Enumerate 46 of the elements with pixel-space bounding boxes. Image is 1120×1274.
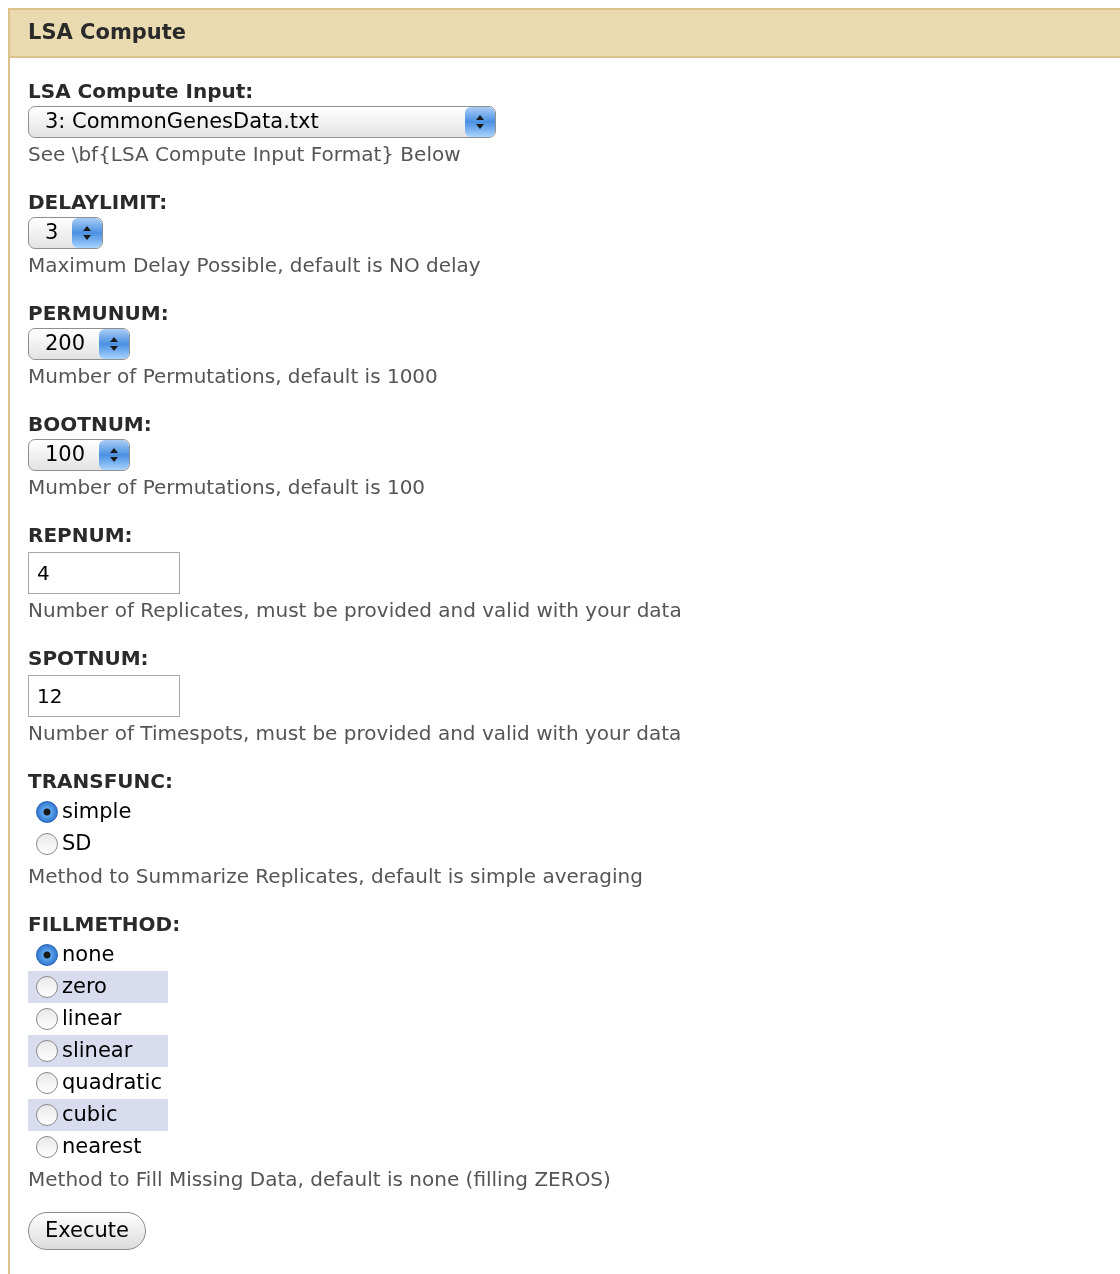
select-field[interactable]: 100 bbox=[28, 439, 131, 471]
radio-option[interactable]: slinear bbox=[28, 1035, 168, 1067]
help-text: Mumber of Permutations, default is 1000 bbox=[28, 363, 439, 390]
field-label: DELAYLIMIT: bbox=[28, 189, 169, 216]
radio-option[interactable]: simple bbox=[28, 796, 168, 828]
radio-button[interactable] bbox=[36, 976, 58, 998]
radio-button[interactable] bbox=[36, 1008, 58, 1030]
stepper-icon bbox=[72, 218, 103, 248]
help-text: Number of Replicates, must be provided and valid with your data bbox=[28, 597, 683, 624]
radio-option[interactable]: none bbox=[28, 939, 168, 971]
execute-button[interactable]: Execute bbox=[28, 1212, 146, 1250]
select-field[interactable]: 200 bbox=[28, 328, 131, 360]
field-label: SPOTNUM: bbox=[28, 645, 150, 672]
radio-button[interactable] bbox=[36, 1136, 58, 1158]
panel-title: LSA Compute bbox=[28, 19, 187, 47]
radio-button[interactable] bbox=[36, 1104, 58, 1126]
radio-button[interactable] bbox=[36, 833, 58, 855]
help-text: Mumber of Permutations, default is 100 bbox=[28, 474, 427, 501]
radio-option[interactable]: zero bbox=[28, 971, 168, 1003]
radio-button[interactable] bbox=[36, 801, 58, 823]
radio-option[interactable]: linear bbox=[28, 1003, 168, 1035]
field-label: REPNUM: bbox=[28, 522, 134, 549]
radio-option[interactable]: nearest bbox=[28, 1131, 168, 1163]
help-text: Method to Fill Missing Data, default is none (filling ZEROS) bbox=[28, 1166, 612, 1193]
radio-option[interactable]: quadratic bbox=[28, 1067, 168, 1099]
input-field[interactable]: 12 bbox=[28, 675, 180, 717]
stepper-icon bbox=[99, 329, 130, 359]
radio-option[interactable]: SD bbox=[28, 828, 168, 860]
input-field[interactable]: 4 bbox=[28, 552, 180, 594]
radio-option[interactable]: cubic bbox=[28, 1099, 168, 1131]
select-field[interactable]: 3 bbox=[28, 217, 104, 249]
radio-button[interactable] bbox=[36, 1040, 58, 1062]
stepper-icon bbox=[99, 440, 130, 470]
help-text: Number of Timespots, must be provided and valid with your data bbox=[28, 720, 683, 747]
field-label: TRANSFUNC: bbox=[28, 768, 174, 795]
stepper-icon bbox=[465, 107, 495, 137]
field-label: PERMUNUM: bbox=[28, 300, 170, 327]
field-label: FILLMETHOD: bbox=[28, 911, 182, 938]
field-label: BOOTNUM: bbox=[28, 411, 153, 438]
help-text: See \bf{LSA Compute Input Format} Below bbox=[28, 141, 462, 168]
help-text: Method to Summarize Replicates, default is simple averaging bbox=[28, 863, 644, 890]
radio-button[interactable] bbox=[36, 944, 58, 966]
radio-button[interactable] bbox=[36, 1072, 58, 1094]
select-field[interactable]: 3: CommonGenesData.txt bbox=[28, 106, 496, 138]
field-label: LSA Compute Input: bbox=[28, 78, 255, 105]
help-text: Maximum Delay Possible, default is NO delay bbox=[28, 252, 482, 279]
